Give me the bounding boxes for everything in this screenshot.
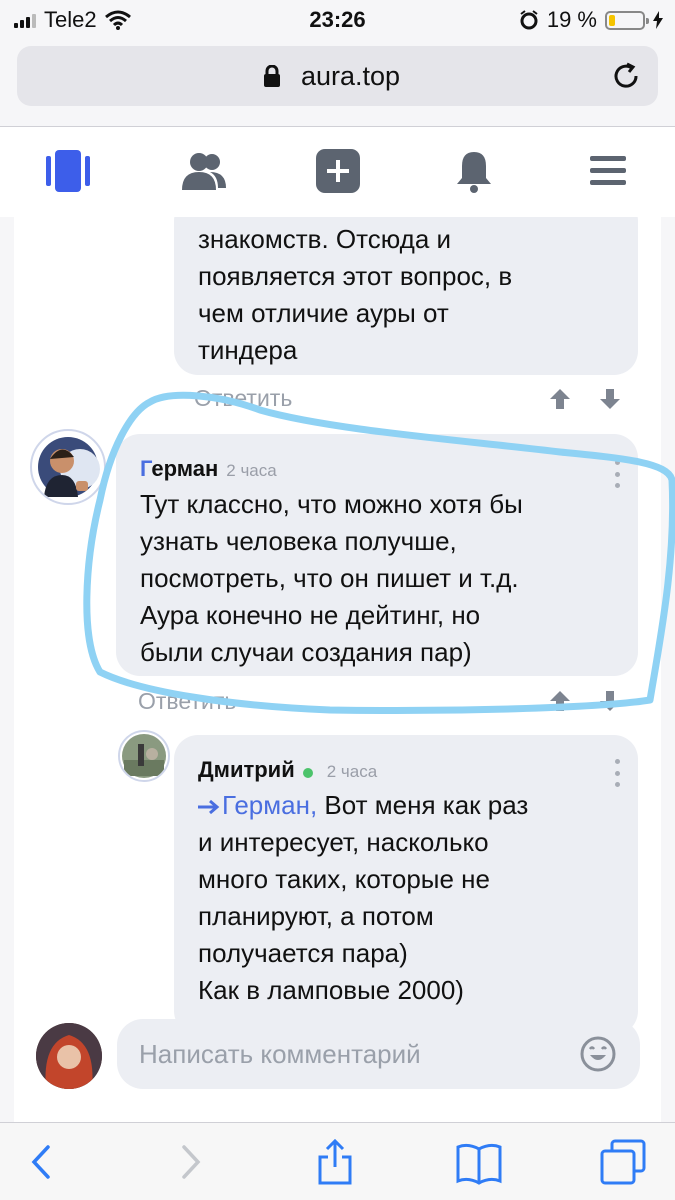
reply-button[interactable]: Ответить [138,688,236,715]
add-icon [316,149,360,193]
comment-bubble: Дмитрий 2 часа Герман, Вот меня как раз и… [174,735,638,1035]
browser-toolbar [0,1122,675,1200]
reload-icon[interactable] [610,60,642,92]
comment-header: Герман 2 часа [140,456,277,482]
online-indicator [302,767,313,778]
emoji-icon[interactable] [580,1036,616,1072]
nav-people-button[interactable] [178,147,230,195]
comment-time: 2 часа [326,762,378,781]
comments-section: знакомств. Отсюда и появляется этот вопр… [14,217,661,1122]
comment-time: 2 часа [226,461,277,480]
tabs-icon[interactable] [598,1139,648,1185]
more-options-icon[interactable] [614,460,620,488]
more-options-icon[interactable] [614,759,620,787]
upvote-icon[interactable] [549,387,571,411]
feed-icon [46,150,90,192]
avatar-image [38,437,100,497]
nav-feed-button[interactable] [42,147,94,195]
avatar-image [122,734,166,778]
app-navigation [0,127,675,217]
url-text: aura.top [300,61,401,91]
battery-icon [605,10,649,30]
avatar[interactable] [118,730,170,782]
alarm-icon [520,10,538,30]
avatar-image [36,1023,102,1089]
comment-header: Дмитрий 2 часа [198,757,377,783]
downvote-icon[interactable] [599,689,621,713]
back-icon[interactable] [20,1139,70,1185]
people-icon [182,153,226,190]
avatar[interactable] [30,429,106,505]
comment-text: Тут классно, что можно хотя бы узнать че… [140,489,523,667]
nav-menu-button[interactable] [582,147,634,195]
charging-bolt-icon [653,11,663,29]
status-right: 19 % [519,7,663,33]
comment-placeholder: Написать комментарий [139,1039,421,1069]
comment-input[interactable]: Написать комментарий [117,1019,640,1089]
upvote-icon[interactable] [549,689,571,713]
menu-icon [590,156,626,185]
bookmarks-icon[interactable] [454,1139,504,1185]
comment-bubble: знакомств. Отсюда и появляется этот вопр… [174,217,638,375]
mention-link[interactable]: Герман, [198,790,317,820]
forward-icon[interactable] [164,1139,214,1185]
comment-text: знакомств. Отсюда и появляется этот вопр… [198,224,513,365]
comment-text: Герман, Вот меня как раз и интересует, н… [198,790,529,1005]
reply-button[interactable]: Ответить [194,385,292,412]
downvote-icon[interactable] [599,387,621,411]
share-icon[interactable] [310,1139,360,1185]
address-bar[interactable]: aura.top [17,46,658,106]
status-bar: Tele2 23:26 19 % [0,0,675,38]
current-user-avatar [36,1023,102,1089]
author-name[interactable]: Дмитрий [198,757,295,782]
comment-bubble: Герман 2 часа Тут классно, что можно хотя… [116,434,638,676]
battery-percent: 19 % [546,7,597,32]
nav-notifications-button[interactable] [448,147,500,195]
bell-icon [457,152,491,193]
author-name[interactable]: Герман [140,456,218,481]
nav-add-button[interactable] [312,147,364,195]
reply-arrow-icon [198,799,220,815]
